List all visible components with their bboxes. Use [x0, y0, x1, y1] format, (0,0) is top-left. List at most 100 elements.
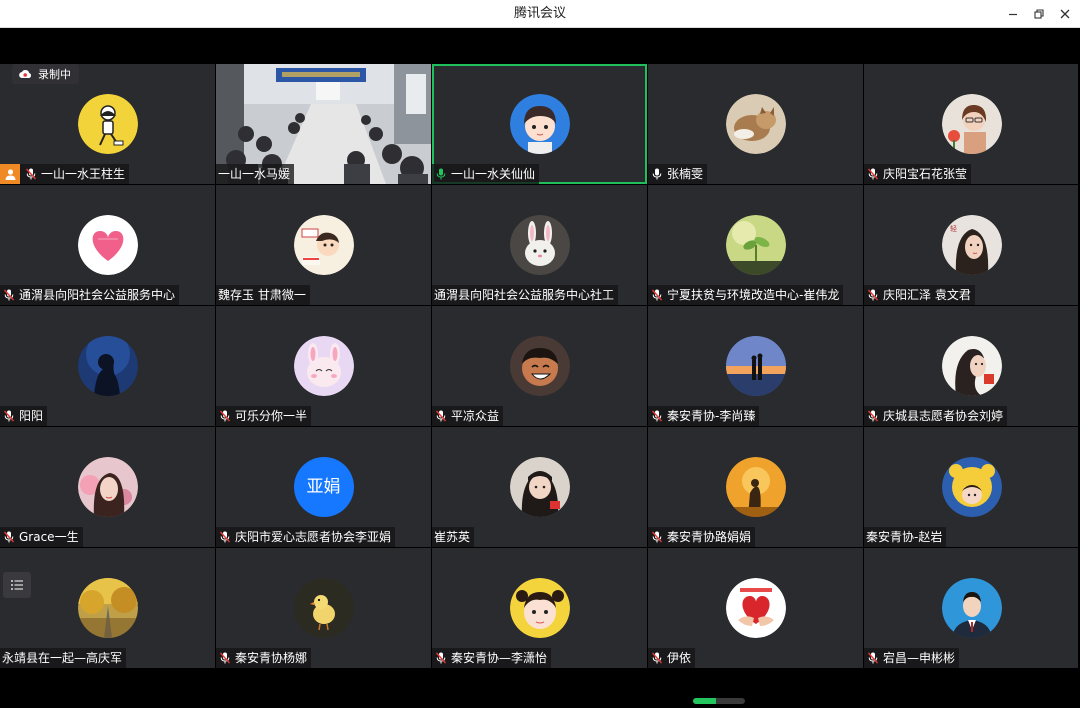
name-tag: 秦安青协-赵岩: [864, 527, 947, 547]
mic-icon: [652, 168, 662, 180]
mic-muted-icon: [3, 531, 15, 543]
mic-muted-icon: [435, 410, 447, 422]
participant-name: 张楠雯: [667, 167, 704, 181]
name-tag: 庆阳市爱心志愿者协会李亚娟: [216, 527, 396, 547]
mic-muted-icon: [434, 651, 448, 665]
name-tag: 魏存玉 甘肃微一: [216, 285, 310, 305]
mic-muted-icon: [219, 652, 231, 664]
name-tag: 宁夏扶贫与环境改造中心-崔伟龙: [648, 285, 844, 305]
participant-tile[interactable]: 轻庆阳汇泽 袁文君: [864, 185, 1079, 305]
avatar: [509, 457, 570, 517]
avatar: [725, 578, 786, 638]
participant-name: 庆阳汇泽 袁文君: [883, 288, 971, 302]
participant-tile[interactable]: 平凉众益: [432, 306, 647, 426]
participant-tile[interactable]: 崔苏英: [432, 427, 647, 547]
participant-name: 秦安青协-李尚臻: [667, 409, 756, 423]
name-tag: 崔苏英: [432, 527, 475, 547]
avatar-text: 亚娟: [293, 457, 354, 517]
participant-tile[interactable]: 阳阳: [0, 306, 215, 426]
participant-tile[interactable]: 一山一水关仙仙: [432, 64, 647, 184]
name-tag: 通渭县向阳社会公益服务中心: [0, 285, 180, 305]
participant-name: 一山一水关仙仙: [451, 167, 536, 181]
avatar: [725, 336, 786, 396]
name-tag: 张楠雯: [648, 164, 708, 184]
participant-tile[interactable]: Grace一生: [0, 427, 215, 547]
name-tag: 秦安青协-李尚臻: [648, 406, 760, 426]
mic-muted-icon: [867, 168, 879, 180]
avatar: [509, 578, 570, 638]
name-tag: 永靖县在一起—高庆军: [0, 648, 127, 668]
name-tag: 伊依: [648, 648, 696, 668]
name-tag: 一山一水关仙仙: [432, 164, 540, 184]
participant-tile[interactable]: 秦安青协杨娜: [216, 548, 431, 668]
participant-name: 崔苏英: [434, 530, 471, 544]
mic-muted-icon: [866, 167, 880, 181]
avatar: [941, 457, 1002, 517]
network-quality-bar: [693, 698, 745, 704]
mic-muted-icon: [650, 409, 664, 423]
mic-muted-icon: [24, 167, 38, 181]
avatar: 轻: [941, 215, 1002, 275]
participant-name: 秦安青协—李潇怡: [451, 651, 548, 665]
avatar: [293, 578, 354, 638]
participant-tile[interactable]: 秦安青协—李潇怡: [432, 548, 647, 668]
mic-muted-icon: [2, 409, 16, 423]
participant-tile[interactable]: 通渭县向阳社会公益服务中心: [0, 185, 215, 305]
participant-tile[interactable]: 张楠雯: [648, 64, 863, 184]
name-tag: 秦安青协—李潇怡: [432, 648, 552, 668]
list-icon: [11, 580, 23, 590]
window-title: 腾讯会议: [513, 6, 566, 21]
mic-muted-icon: [3, 410, 15, 422]
avatar: [77, 336, 138, 396]
mic-muted-icon: [218, 409, 232, 423]
mic-muted-icon: [651, 652, 663, 664]
close-button[interactable]: [1051, 0, 1079, 27]
name-tag: 通渭县向阳社会公益服务中心社工: [432, 285, 619, 305]
participant-tile[interactable]: 宕昌—申彬彬: [864, 548, 1079, 668]
mic-active-icon: [436, 168, 446, 180]
list-toggle-button[interactable]: [3, 572, 31, 598]
participant-tile[interactable]: 通渭县向阳社会公益服务中心社工: [432, 185, 647, 305]
avatar: [293, 215, 354, 275]
restore-button[interactable]: [1025, 0, 1053, 27]
participant-tile[interactable]: 秦安青协路娟娟: [648, 427, 863, 547]
mic-muted-icon: [651, 410, 663, 422]
mic-muted-icon: [650, 288, 664, 302]
participant-name: Grace一生: [19, 530, 79, 544]
participant-tile[interactable]: 可乐分你一半: [216, 306, 431, 426]
participant-name: 通渭县向阳社会公益服务中心社工: [434, 288, 615, 302]
minimize-button[interactable]: [999, 0, 1027, 27]
participant-tile[interactable]: 庆阳宝石花张莹: [864, 64, 1079, 184]
participant-name: 一山一水王柱生: [41, 167, 126, 181]
cloud-record-icon: [19, 69, 31, 78]
mic-muted-icon: [219, 410, 231, 422]
minimize-icon: [1009, 13, 1017, 15]
name-tag: 一山一水王柱生: [0, 164, 130, 184]
name-tag: 庆阳汇泽 袁文君: [864, 285, 975, 305]
participant-name: 可乐分你一半: [235, 409, 308, 423]
participant-name: 一山一水马媛: [218, 167, 291, 181]
participant-grid: 一山一水王柱生 一山一水马媛 一山一水关仙仙 张楠雯 庆阳宝石花张莹通渭县向阳社会公益服…: [0, 64, 1079, 669]
mic-active-icon: [434, 167, 448, 181]
participant-tile[interactable]: 伊依: [648, 548, 863, 668]
name-tag: 阳阳: [0, 406, 48, 426]
participant-name: 永靖县在一起—高庆军: [2, 651, 123, 665]
recording-label: 录制中: [38, 68, 71, 81]
participant-tile[interactable]: 庆城县志愿者协会刘婷: [864, 306, 1079, 426]
avatar: [77, 457, 138, 517]
host-icon: [0, 164, 20, 184]
participant-tile[interactable]: 秦安青协-赵岩: [864, 427, 1079, 547]
participant-tile[interactable]: 宁夏扶贫与环境改造中心-崔伟龙: [648, 185, 863, 305]
avatar: [293, 336, 354, 396]
participant-name: 宁夏扶贫与环境改造中心-崔伟龙: [667, 288, 840, 302]
restore-icon: [1034, 8, 1044, 19]
participant-tile[interactable]: 魏存玉 甘肃微一: [216, 185, 431, 305]
participant-tile[interactable]: 永靖县在一起—高庆军: [0, 548, 215, 668]
avatar: [725, 94, 786, 154]
participant-tile[interactable]: 一山一水马媛: [216, 64, 431, 184]
mic-muted-icon: [3, 289, 15, 301]
recording-badge[interactable]: 录制中: [12, 64, 79, 84]
participant-tile[interactable]: 亚娟庆阳市爱心志愿者协会李亚娟: [216, 427, 431, 547]
participant-name: 秦安青协路娟娟: [667, 530, 752, 544]
participant-tile[interactable]: 秦安青协-李尚臻: [648, 306, 863, 426]
